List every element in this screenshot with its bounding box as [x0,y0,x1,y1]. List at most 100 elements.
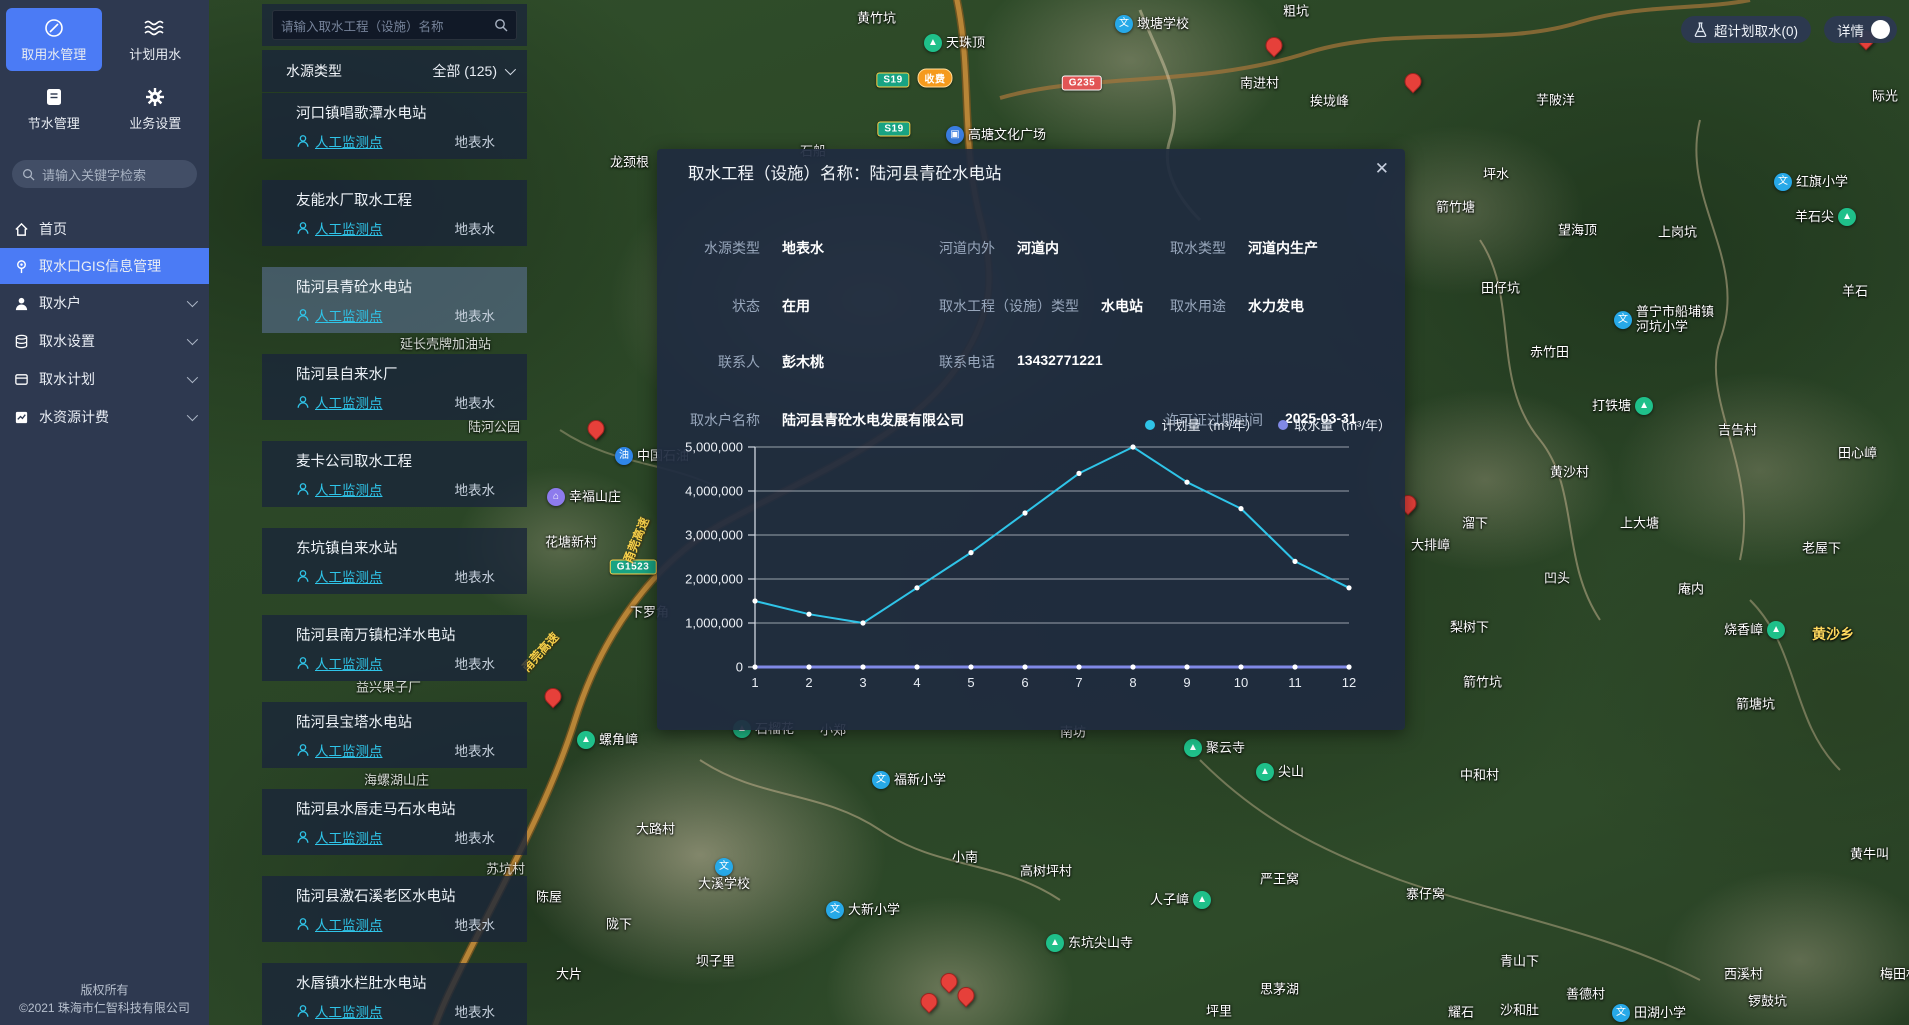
sidebar-item-3[interactable]: 取水设置 [0,322,209,360]
monitor-point-link[interactable]: 人工监测点 [315,1001,383,1021]
over-plan-intake-button[interactable]: 超计划取水(0) [1681,16,1811,43]
sidebar-item-0[interactable]: 首页 [0,210,209,248]
monitor-point-link[interactable]: 人工监测点 [315,827,383,847]
svg-text:2: 2 [805,675,812,690]
app-tile-1[interactable]: 计划用水 [108,8,204,71]
mount-map-icon[interactable]: ▲ [1193,891,1211,909]
field-label: 取水类型 [1170,238,1226,258]
school-map-icon[interactable]: 文 [715,858,733,876]
monitor-point-link[interactable]: 人工监测点 [315,305,383,325]
map-label-text: 挨垅峰 [1310,95,1349,110]
monitor-point-link[interactable]: 人工监测点 [315,740,383,760]
modal-title: 取水工程（设施）名称：陆河县青砼水电站 [688,160,1002,184]
school-map-icon[interactable]: 文 [1614,311,1632,329]
monitor-point-link[interactable]: 人工监测点 [315,479,383,499]
map-label: 黄沙乡 [1812,626,1854,642]
map-label-text: 凹头 [1544,572,1570,587]
monitor-point-link[interactable]: 人工监测点 [315,914,383,934]
map-label-text: 溜下 [1462,517,1488,532]
detail-toggle-switch[interactable] [1871,20,1890,39]
map-label: 花塘新村 [545,536,597,551]
plaza-map-icon[interactable]: ▣ [946,126,964,144]
map-label: 文田湖小学 [1612,1004,1686,1022]
station-list-item[interactable]: 麦卡公司取水工程人工监测点地表水 [262,441,527,507]
monitor-point-link[interactable]: 人工监测点 [315,653,383,673]
map-marker-pin[interactable] [545,688,560,703]
search-icon[interactable] [494,18,508,32]
map-label-text: 大溪学校 [698,877,750,892]
station-list-item[interactable]: 陆河县南万镇杞洋水电站人工监测点地表水 [262,615,527,681]
map-label: 黄牛叫 [1850,848,1889,863]
school-map-icon[interactable]: 文 [1612,1004,1630,1022]
map-label-text: 际光 [1872,90,1898,105]
mount-map-icon[interactable]: ▲ [1635,397,1653,415]
station-list-item[interactable]: 陆河县自来水厂人工监测点地表水 [262,354,527,420]
waves-icon [108,17,204,39]
station-list-item[interactable]: 水唇镇水栏肚水电站人工监测点地表水 [262,963,527,1025]
mount-map-icon[interactable]: ▲ [1767,621,1785,639]
map-marker-pin[interactable] [921,993,936,1008]
school-map-icon[interactable]: 文 [826,901,844,919]
map-label-text: 田心嶂 [1838,447,1877,462]
station-list-item[interactable]: 陆河县青砼水电站人工监测点地表水 [262,267,527,333]
sidebar-search-placeholder: 请输入关键字检索 [42,165,146,184]
station-list-item[interactable]: 河口镇唱歌潭水电站人工监测点地表水 [262,93,527,159]
station-list-panel: 请输入取水工程（设施）名称 水源类型 全部 (125) 河口镇唱歌潭水电站人工监… [262,0,527,1025]
map-marker-pin[interactable] [1266,37,1281,52]
app-window: 黄竹坑粗坑▲天珠顶文墩塘学校南进村挨垅峰芋陂洋际光石船龙颈根▣高塘文化广场坪水箭… [0,0,1909,1025]
school-map-icon[interactable]: 文 [872,771,890,789]
sidebar-item-2[interactable]: 取水户 [0,284,209,322]
monitor-point-link[interactable]: 人工监测点 [315,392,383,412]
app-tile-2[interactable]: 节水管理 [6,77,102,140]
map-label: ▲尖山 [1256,763,1304,781]
chevron-down-icon [187,334,198,345]
close-icon[interactable] [1375,157,1389,178]
station-name: 陆河县激石溪老区水电站 [296,885,513,906]
app-tile-0[interactable]: 取用水管理 [6,8,102,71]
sidebar-item-1[interactable]: 取水口GIS信息管理 [0,248,209,284]
sidebar-item-5[interactable]: 水资源计费 [0,398,209,436]
sidebar-item-4[interactable]: 取水计划 [0,360,209,398]
map-label: 文大新小学 [826,901,900,919]
station-list-item[interactable]: 陆河县宝塔水电站人工监测点地表水 [262,702,527,768]
station-search-input[interactable]: 请输入取水工程（设施）名称 [272,10,517,40]
station-name: 水唇镇水栏肚水电站 [296,972,513,993]
detail-toggle-pill[interactable]: 详情 [1824,16,1897,43]
mount-map-icon[interactable]: ▲ [1184,739,1202,757]
monitor-point-link[interactable]: 人工监测点 [315,218,383,238]
fuel-map-icon[interactable]: 油 [615,447,633,465]
map-marker-pin[interactable] [588,420,603,435]
sidebar-item-label: 取水口GIS信息管理 [39,256,161,276]
app-tile-3[interactable]: 业务设置 [108,77,204,140]
map-label-text: 烧香嶂 [1724,623,1763,638]
sidebar-search-input[interactable]: 请输入关键字检索 [12,160,197,188]
station-list-item[interactable]: 陆河县激石溪老区水电站人工监测点地表水 [262,876,527,942]
map-label: 赤竹田 [1530,346,1569,361]
map-label: 陈屋 [536,891,562,906]
source-type-filter-value[interactable]: 全部 (125) [432,61,513,81]
monitor-point-link[interactable]: 人工监测点 [315,566,383,586]
school-map-icon[interactable]: 文 [1774,173,1792,191]
mount-map-icon[interactable]: ▲ [577,731,595,749]
mount-map-icon[interactable]: ▲ [1046,934,1064,952]
monitor-point-link[interactable]: 人工监测点 [315,131,383,151]
map-marker-pin[interactable] [1405,73,1420,88]
map-label-text: 花塘新村 [545,536,597,551]
map-marker-pin[interactable] [958,987,973,1002]
mount-map-icon[interactable]: ▲ [1256,763,1274,781]
station-search-placeholder: 请输入取水工程（设施）名称 [281,16,488,35]
map-marker-pin[interactable] [941,973,956,988]
mount-map-icon[interactable]: ▲ [1838,208,1856,226]
station-list-item[interactable]: 东坑镇自来水站人工监测点地表水 [262,528,527,594]
map-label-text: 严王窝 [1260,873,1299,888]
chevron-down-icon [187,296,198,307]
water-source-type: 地表水 [455,131,514,151]
school-map-icon[interactable]: 文 [1115,15,1133,33]
water-source-type: 地表水 [455,566,514,586]
map-label-text: 东坑尖山寺 [1068,936,1133,951]
resort-map-icon[interactable]: ⌂ [547,488,565,506]
map-label: 耀石 [1448,1006,1474,1021]
mount-map-icon[interactable]: ▲ [924,34,942,52]
station-list-item[interactable]: 友能水厂取水工程人工监测点地表水 [262,180,527,246]
station-list-item[interactable]: 陆河县水唇走马石水电站人工监测点地表水 [262,789,527,855]
